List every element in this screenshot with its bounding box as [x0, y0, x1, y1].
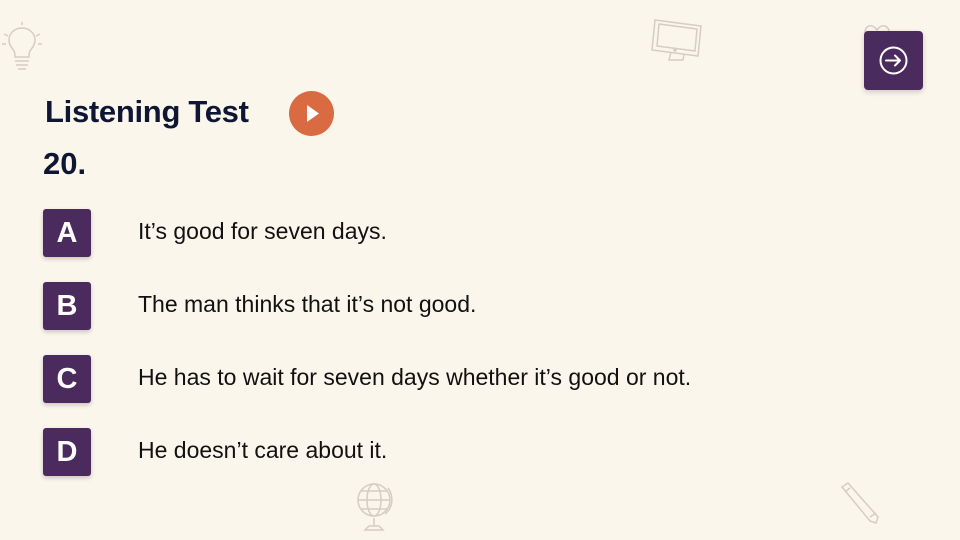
option-letter-badge[interactable]: D — [43, 428, 91, 476]
option-text[interactable]: He doesn’t care about it. — [138, 437, 387, 464]
answer-option-a[interactable]: A It’s good for seven days. — [43, 209, 763, 257]
answer-option-d[interactable]: D He doesn’t care about it. — [43, 428, 763, 476]
option-text[interactable]: He has to wait for seven days whether it… — [138, 364, 691, 391]
monitor-icon — [651, 14, 707, 64]
option-text[interactable]: It’s good for seven days. — [138, 218, 387, 245]
option-letter-badge[interactable]: C — [43, 355, 91, 403]
option-letter-badge[interactable]: A — [43, 209, 91, 257]
lightbulb-icon — [0, 22, 46, 74]
play-icon — [307, 105, 319, 122]
question-number: 20. — [43, 146, 87, 181]
option-text[interactable]: The man thinks that it’s not good. — [138, 291, 476, 318]
globe-icon — [352, 478, 398, 536]
pencil-icon — [836, 479, 882, 525]
arrow-right-circle-icon — [879, 46, 908, 75]
play-audio-button[interactable] — [289, 91, 334, 136]
next-question-button[interactable] — [864, 31, 923, 90]
answer-option-c[interactable]: C He has to wait for seven days whether … — [43, 355, 763, 403]
page-title: Listening Test — [45, 94, 249, 129]
answer-option-b[interactable]: B The man thinks that it’s not good. — [43, 282, 763, 330]
option-letter-badge[interactable]: B — [43, 282, 91, 330]
